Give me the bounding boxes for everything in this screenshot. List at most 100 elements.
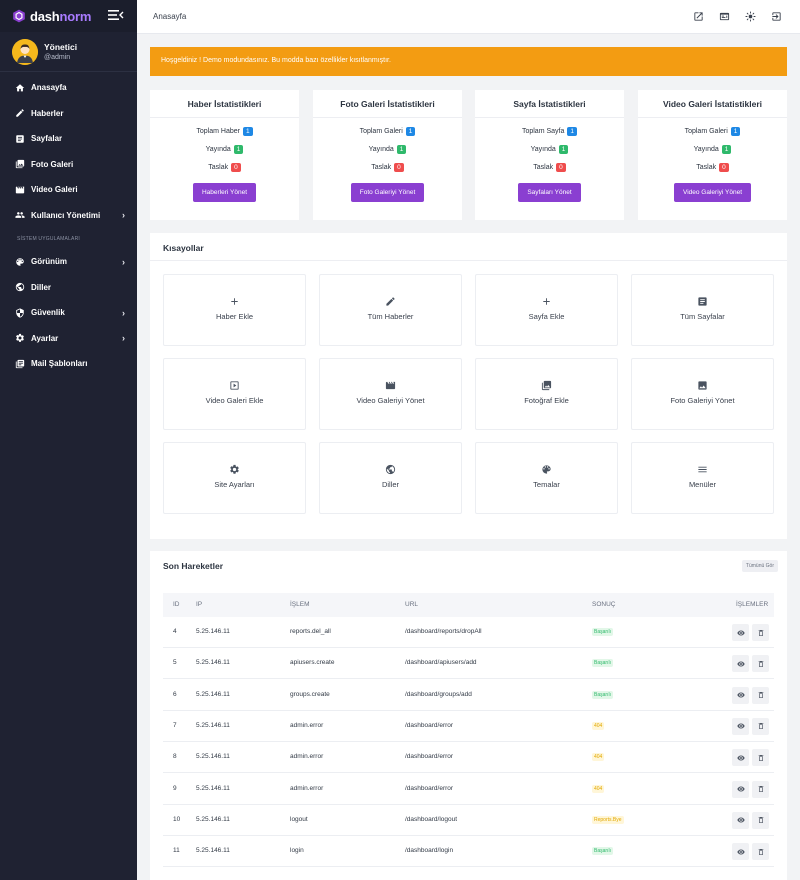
shortcut-video-galeri-ekle[interactable]: Video Galeri Ekle [163, 358, 306, 430]
count-badge: 1 [233, 144, 244, 155]
cache-clear-icon[interactable] [719, 11, 730, 22]
stat-label: Toplam Haber [196, 128, 240, 135]
view-button[interactable] [732, 780, 749, 798]
trash-icon [758, 817, 763, 824]
sidebar-item-kullanici-yonetimi[interactable]: Kullanıcı Yönetimi › [0, 203, 137, 229]
eye-icon [736, 723, 745, 729]
shortcut-diller[interactable]: Diller [319, 442, 462, 514]
stat-label: Taslak [696, 164, 717, 171]
delete-button[interactable] [752, 780, 769, 798]
sidebar-item-diller[interactable]: Diller [0, 275, 137, 301]
sidebar-item-video-galeri[interactable]: Video Galeri [0, 177, 137, 203]
sidebar-item-anasayfa[interactable]: Anasayfa [0, 75, 137, 101]
delete-button[interactable] [752, 749, 769, 767]
delete-button[interactable] [752, 624, 769, 641]
sidebar-item-foto-galeri[interactable]: Foto Galeri [0, 152, 137, 178]
shortcut-fotograf-ekle[interactable]: Fotoğraf Ekle [475, 358, 618, 430]
cell-url: /dashboard/error [405, 784, 454, 792]
sidebar-item-ayarlar[interactable]: Ayarlar › [0, 326, 137, 352]
view-button[interactable] [732, 749, 749, 767]
stat-label: Yayında [530, 146, 556, 153]
breadcrumb[interactable]: Anasayfa [153, 12, 186, 21]
delete-button[interactable] [752, 811, 769, 829]
status-badge: Başarılı [592, 659, 613, 668]
sidebar-item-gorunum[interactable]: Görünüm › [0, 249, 137, 275]
plus-icon [231, 298, 238, 305]
sidebar-item-label: Diller [31, 282, 52, 292]
sidebar-item-sayfalar[interactable]: Sayfalar [0, 126, 137, 152]
stat-row-published: Yayında 1 [475, 144, 624, 155]
eye-icon [736, 692, 745, 698]
sidebar-item-label: Haberler [31, 108, 64, 118]
cell-action: logout [290, 815, 308, 823]
pencil-icon [16, 109, 24, 117]
view-button[interactable] [732, 811, 749, 829]
brand-name: dashnorm [30, 9, 91, 24]
status-badge: 404 [592, 721, 605, 730]
shortcut-temalar[interactable]: Temalar [475, 442, 618, 514]
shield-icon [16, 308, 24, 318]
sidebar-item-haberler[interactable]: Haberler [0, 101, 137, 127]
pencil-icon [386, 297, 395, 306]
chevron-right-icon: › [122, 210, 125, 221]
sidebar-nav: Anasayfa Haberler Sayfalar Foto Galeri V… [0, 72, 137, 377]
trash-icon [758, 848, 763, 855]
stat-card-title: Video Galeri İstatistikleri [662, 99, 763, 109]
stat-label: Taslak [371, 164, 392, 171]
shortcut-tum-sayfalar[interactable]: Tüm Sayfalar [631, 274, 774, 346]
view-button[interactable] [732, 624, 749, 641]
external-link-icon[interactable] [693, 11, 704, 22]
cell-id: 7 [173, 721, 177, 729]
manage-pages-button[interactable]: Sayfaları Yönet [518, 183, 581, 202]
brand-name-part2: norm [59, 8, 92, 24]
user-profile[interactable]: Yönetici @admin [0, 32, 137, 72]
menu-collapse-icon[interactable] [108, 9, 124, 21]
count-badge: 1 [405, 126, 416, 137]
shortcut-sayfa-ekle[interactable]: Sayfa Ekle [475, 274, 618, 346]
trash-icon [758, 754, 763, 761]
manage-photo-gallery-button[interactable]: Foto Galeriyi Yönet [350, 183, 425, 202]
shortcut-menuler[interactable]: Menüler [631, 442, 774, 514]
view-button[interactable] [732, 686, 749, 704]
stat-row-published: Yayında 1 [313, 144, 462, 155]
avatar [12, 38, 38, 65]
manage-video-gallery-button[interactable]: Video Galeriyi Yönet [673, 183, 752, 202]
trash-icon [758, 660, 763, 667]
trash-icon [758, 692, 763, 699]
shortcut-tum-haberler[interactable]: Tüm Haberler [319, 274, 462, 346]
column-header-action: İŞLEM [290, 601, 310, 608]
shortcut-label: Tüm Haberler [367, 312, 414, 321]
cell-url: /dashboard/error [405, 753, 454, 761]
delete-button[interactable] [752, 843, 769, 861]
delete-button[interactable] [752, 717, 769, 735]
delete-button[interactable] [752, 686, 769, 704]
sun-icon[interactable] [745, 11, 756, 22]
view-all-button[interactable]: Tümünü Gör [741, 560, 778, 572]
sidebar-item-mail-sablonlari[interactable]: Mail Şablonları [0, 351, 137, 377]
sidebar-item-label: Sayfalar [31, 134, 63, 144]
cell-url: /dashboard/groups/add [405, 690, 472, 698]
stat-label: Toplam Sayfa [521, 128, 565, 135]
table-row: 10 5.25.146.11 logout/dashboard/logout Repo… [163, 805, 774, 836]
sidebar-item-guvenlik[interactable]: Güvenlik › [0, 300, 137, 326]
shortcut-foto-galeri-yonet[interactable]: Foto Galeriyi Yönet [631, 358, 774, 430]
view-button[interactable] [732, 717, 749, 735]
delete-button[interactable] [752, 655, 769, 673]
count-badge: 1 [567, 126, 578, 137]
manage-news-button[interactable]: Haberleri Yönet [192, 183, 257, 202]
shortcut-video-galeri-yonet[interactable]: Video Galeriyi Yönet [319, 358, 462, 430]
play-box-icon [230, 381, 239, 390]
stat-label: Taslak [208, 164, 229, 171]
shortcut-haber-ekle[interactable]: Haber Ekle [163, 274, 306, 346]
shortcut-site-ayarlari[interactable]: Site Ayarları [163, 442, 306, 514]
view-button[interactable] [732, 843, 749, 861]
view-button[interactable] [732, 655, 749, 673]
stat-card-foto-galeri: Foto Galeri İstatistikleri Toplam Galeri… [313, 90, 462, 220]
divider [150, 260, 787, 261]
image-icon [698, 381, 707, 390]
sidebar-item-label: Güvenlik [31, 308, 65, 318]
column-header-id: ID [173, 601, 180, 608]
movie-icon [15, 186, 25, 194]
logout-icon[interactable] [771, 11, 782, 22]
cell-url: /dashboard/reports/dropAll [405, 628, 482, 635]
